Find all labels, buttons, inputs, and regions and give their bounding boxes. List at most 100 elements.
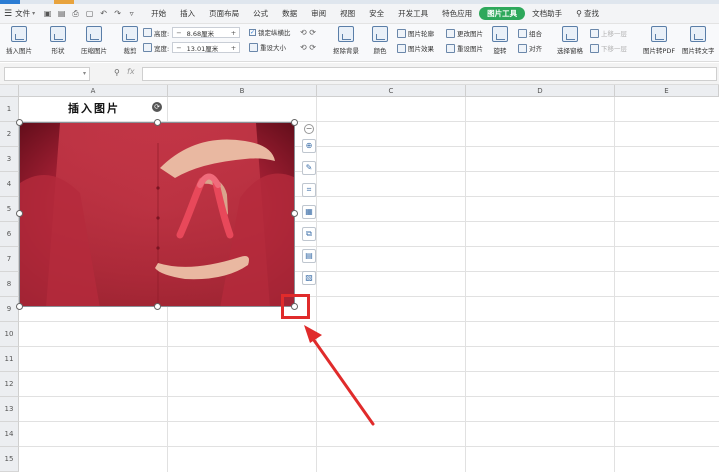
- zoom-icon[interactable]: ⚲: [114, 68, 120, 77]
- picture-effect-label: 图片效果: [408, 45, 434, 53]
- picture-effect-icon[interactable]: ▧: [302, 271, 316, 285]
- ocr-icon[interactable]: ▤: [302, 249, 316, 263]
- tab-insert[interactable]: 插入: [173, 6, 202, 22]
- tab-view[interactable]: 视图: [333, 6, 362, 22]
- select-all-corner[interactable]: [0, 85, 19, 97]
- row-header-7[interactable]: 7: [0, 247, 19, 272]
- picture-to-pdf-button[interactable]: 图片转PDF: [643, 26, 675, 55]
- formula-input[interactable]: [142, 67, 717, 81]
- collapse-icon[interactable]: −: [304, 124, 314, 134]
- tab-home[interactable]: 开始: [144, 6, 173, 22]
- change-picture-button[interactable]: 更改图片: [446, 28, 483, 38]
- row-header-3[interactable]: 3: [0, 147, 19, 172]
- rotate-small-icons[interactable]: ⟲ ⟳: [300, 28, 316, 37]
- color-button[interactable]: 颜色: [372, 26, 388, 55]
- picture-outline-button[interactable]: 图片轮廓: [397, 28, 434, 38]
- export-pdf-icon[interactable]: ▤: [57, 9, 66, 18]
- rotate-button[interactable]: 旋转: [492, 26, 508, 55]
- tab-formulas[interactable]: 公式: [246, 6, 275, 22]
- lock-ratio-checkbox[interactable]: ✓ 锁定纵横比: [249, 27, 291, 37]
- row-header-10[interactable]: 10: [0, 322, 19, 347]
- compress-picture-button[interactable]: 压缩图片: [81, 26, 107, 55]
- undo-icon[interactable]: ↶: [99, 9, 108, 18]
- row-header-5[interactable]: 5: [0, 197, 19, 222]
- row-header-8[interactable]: 8: [0, 272, 19, 297]
- align-button[interactable]: 对齐: [518, 43, 542, 53]
- row-header-2[interactable]: 2: [0, 122, 19, 147]
- reset-size-button[interactable]: 重设大小: [249, 42, 286, 52]
- resize-handle-left[interactable]: [16, 210, 23, 217]
- customize-icon[interactable]: ▿: [127, 9, 136, 18]
- shape-button[interactable]: 形状: [50, 26, 66, 55]
- increase-height-button[interactable]: +: [228, 29, 239, 37]
- print-icon[interactable]: ⎙: [71, 9, 80, 19]
- cell-a1[interactable]: 插入图片: [20, 98, 168, 120]
- remove-background-button[interactable]: 抠除背景: [333, 26, 359, 55]
- tab-page-layout[interactable]: 页面布局: [202, 6, 246, 22]
- crop-button[interactable]: 裁剪: [122, 26, 138, 55]
- selection-pane-icon: [562, 26, 578, 42]
- decrease-height-button[interactable]: −: [173, 29, 184, 37]
- row-header-13[interactable]: 13: [0, 397, 19, 422]
- resize-handle-top-left[interactable]: [16, 119, 23, 126]
- picture-to-text-button[interactable]: 图片转文字: [682, 26, 715, 55]
- resize-handle-right[interactable]: [291, 210, 298, 217]
- chevron-down-icon[interactable]: ▾: [83, 70, 86, 77]
- selection-pane-button[interactable]: 选择窗格: [557, 26, 583, 55]
- picture-effect-button[interactable]: 图片效果: [397, 43, 434, 53]
- column-header-a[interactable]: A: [19, 85, 168, 97]
- tab-review[interactable]: 审阅: [304, 6, 333, 22]
- decrease-width-button[interactable]: −: [173, 44, 184, 52]
- print-preview-icon[interactable]: ▢: [85, 9, 94, 18]
- redo-icon[interactable]: ↷: [113, 9, 122, 18]
- column-header-b[interactable]: B: [168, 85, 317, 97]
- change-picture-icon[interactable]: ⧉: [302, 227, 316, 241]
- picture-outline-icon[interactable]: ▦: [302, 205, 316, 219]
- column-header-d[interactable]: D: [466, 85, 615, 97]
- fx-icon[interactable]: fx: [127, 67, 135, 76]
- column-header-e[interactable]: E: [615, 85, 719, 97]
- insert-picture-button[interactable]: 插入图片: [6, 26, 32, 55]
- height-stepper[interactable]: − 8.68厘米 +: [172, 27, 241, 38]
- resize-handle-top[interactable]: [154, 119, 161, 126]
- crop-icon[interactable]: ⌗: [302, 183, 316, 197]
- bring-forward-button[interactable]: 上移一层: [590, 28, 627, 38]
- row-header-11[interactable]: 11: [0, 347, 19, 372]
- flip-small-icons[interactable]: ⟲ ⟳: [300, 43, 316, 52]
- width-stepper[interactable]: − 13.01厘米 +: [172, 42, 241, 53]
- row-header-6[interactable]: 6: [0, 222, 19, 247]
- reset-picture-button[interactable]: 重设图片: [446, 43, 483, 53]
- zoom-icon[interactable]: ⊕: [302, 139, 316, 153]
- save-icon[interactable]: ▣: [43, 9, 52, 18]
- remove-bg-icon[interactable]: ✎: [302, 161, 316, 175]
- tab-security[interactable]: 安全: [362, 6, 391, 22]
- row-header-14[interactable]: 14: [0, 422, 19, 447]
- row-header-1[interactable]: 1: [0, 97, 19, 122]
- row-header-4[interactable]: 4: [0, 172, 19, 197]
- picture-outline-label: 图片轮廓: [408, 30, 434, 38]
- selection-pane-label: 选择窗格: [557, 47, 583, 55]
- resize-handle-bottom[interactable]: [154, 303, 161, 310]
- height-value[interactable]: 8.68厘米: [185, 28, 228, 38]
- row-header-9[interactable]: 9: [0, 297, 19, 322]
- row-header-12[interactable]: 12: [0, 372, 19, 397]
- width-value[interactable]: 13.01厘米: [185, 43, 228, 53]
- tab-doc-assistant[interactable]: 文档助手: [525, 6, 569, 22]
- column-header-c[interactable]: C: [317, 85, 466, 97]
- tab-data[interactable]: 数据: [275, 6, 304, 22]
- file-menu-button[interactable]: ☰ 文件 ▾: [0, 6, 39, 22]
- name-box[interactable]: ▾: [4, 67, 90, 81]
- inserted-picture[interactable]: [19, 122, 295, 307]
- resize-handle-bottom-left[interactable]: [16, 303, 23, 310]
- group-button[interactable]: 组合: [518, 28, 542, 38]
- resize-handle-top-right[interactable]: [291, 119, 298, 126]
- rotate-handle-icon[interactable]: ⟳: [152, 102, 162, 112]
- search-button[interactable]: ⚲ 查找: [569, 6, 606, 22]
- row-header-15[interactable]: 15: [0, 447, 19, 472]
- tab-picture-tools[interactable]: 图片工具: [479, 7, 526, 20]
- tab-features[interactable]: 特色应用: [435, 6, 479, 22]
- increase-width-button[interactable]: +: [228, 44, 239, 52]
- rotate-icon: [492, 26, 508, 42]
- tab-developer[interactable]: 开发工具: [391, 6, 435, 22]
- send-backward-button[interactable]: 下移一层: [590, 43, 627, 53]
